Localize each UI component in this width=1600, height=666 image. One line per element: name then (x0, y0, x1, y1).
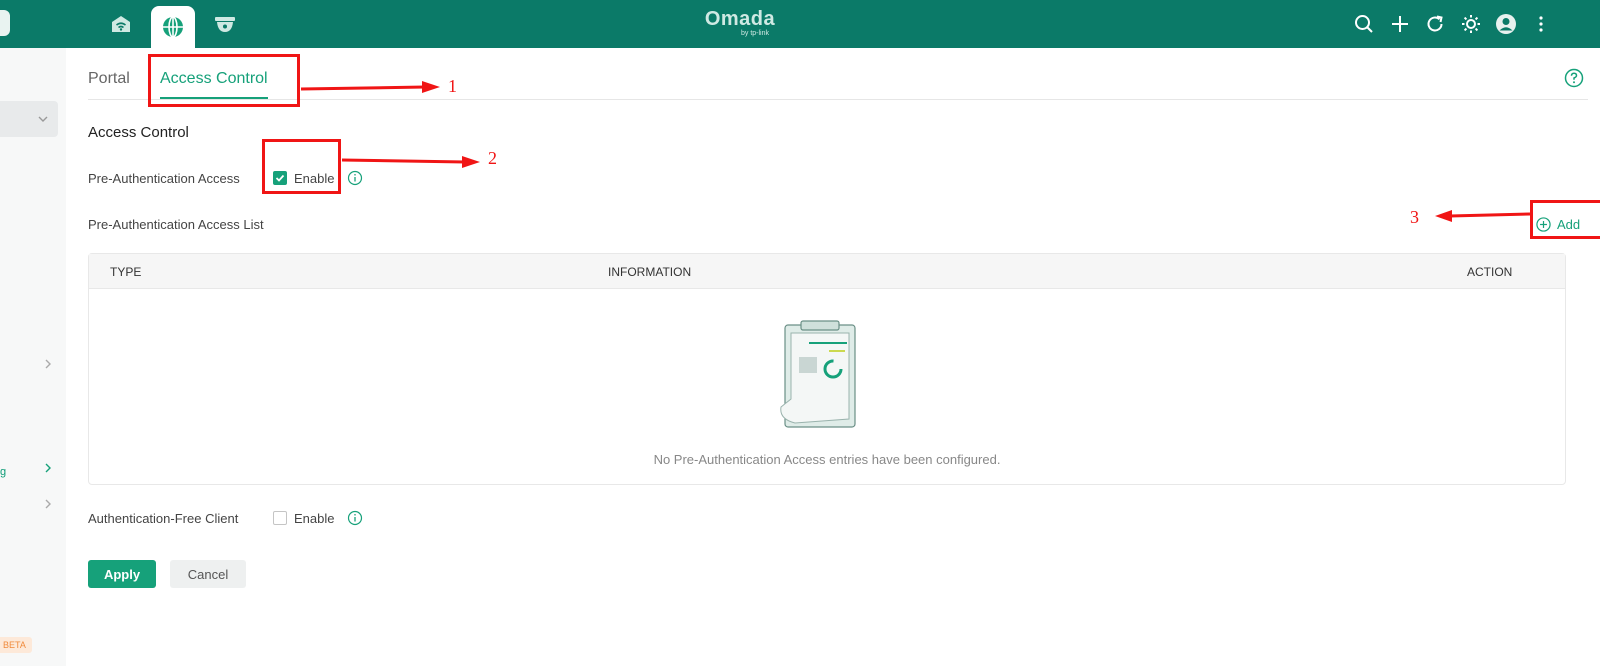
help-icon[interactable] (1564, 68, 1584, 88)
brand-logo: Omada by tp-link (704, 8, 776, 37)
table-header: TYPE INFORMATION ACTION (89, 254, 1565, 289)
chevron-right-icon[interactable] (41, 461, 55, 475)
empty-state-text: No Pre-Authentication Access entries hav… (653, 452, 1001, 467)
refresh-button[interactable] (1421, 10, 1449, 38)
annotation-label-2: 2 (488, 148, 497, 168)
tab-label: Portal (88, 70, 130, 87)
auth-free-enable-checkbox[interactable] (273, 511, 287, 525)
sidebar-item-selected[interactable] (0, 101, 58, 137)
tab-bar: Portal Access Control (88, 62, 1588, 100)
info-icon[interactable] (347, 510, 363, 526)
auth-free-enable-label: Enable (294, 511, 335, 526)
avatar-icon (1496, 14, 1516, 34)
router-icon (112, 16, 130, 32)
globe-icon (163, 16, 183, 38)
user-menu[interactable] (1492, 10, 1520, 38)
theme-icon (1462, 15, 1480, 33)
sidebar: g (0, 48, 66, 666)
theme-toggle[interactable] (1457, 10, 1485, 38)
chevron-down-icon (38, 116, 48, 122)
annotation-box-1 (148, 54, 300, 107)
annotation-label-1: 1 (448, 76, 457, 96)
search-button[interactable] (1350, 10, 1378, 38)
pre-auth-access-table: TYPE INFORMATION ACTION No Pre-Authentic… (88, 253, 1566, 485)
section-title: Access Control (88, 124, 189, 141)
column-header-information: INFORMATION (608, 265, 692, 279)
annotation-box-3 (1530, 200, 1600, 239)
apply-button[interactable]: Apply (88, 560, 156, 588)
column-header-type: TYPE (110, 265, 142, 279)
sidebar-item-active-marker[interactable]: g (0, 466, 6, 478)
nav-devices[interactable] (99, 0, 143, 48)
info-icon[interactable] (347, 170, 363, 186)
pre-auth-list-label: Pre-Authentication Access List (88, 217, 264, 232)
camera-icon (215, 17, 235, 32)
beta-badge: BETA (0, 637, 32, 653)
empty-clipboard-illustration (780, 320, 856, 428)
add-site-button[interactable] (1386, 10, 1414, 38)
more-menu[interactable] (1527, 10, 1555, 38)
chevron-right-icon[interactable] (41, 497, 55, 511)
column-header-action: ACTION (1467, 265, 1513, 279)
chevron-right-icon[interactable] (41, 357, 55, 371)
annotation-box-2 (262, 139, 341, 194)
auth-free-client-label: Authentication-Free Client (88, 511, 239, 526)
top-bar: Omada by tp-link (0, 0, 1600, 48)
annotation-label-3: 3 (1410, 207, 1419, 227)
sidebar-toggle[interactable] (0, 10, 10, 36)
pre-auth-access-label: Pre-Authentication Access (88, 171, 240, 186)
refresh-icon (1427, 15, 1443, 32)
nav-cameras[interactable] (203, 0, 247, 48)
more-icon (1539, 16, 1543, 32)
search-icon (1355, 15, 1373, 33)
nav-network[interactable] (151, 6, 195, 48)
tab-portal[interactable]: Portal (88, 70, 130, 88)
plus-icon (1392, 16, 1408, 32)
cancel-button[interactable]: Cancel (170, 560, 246, 588)
